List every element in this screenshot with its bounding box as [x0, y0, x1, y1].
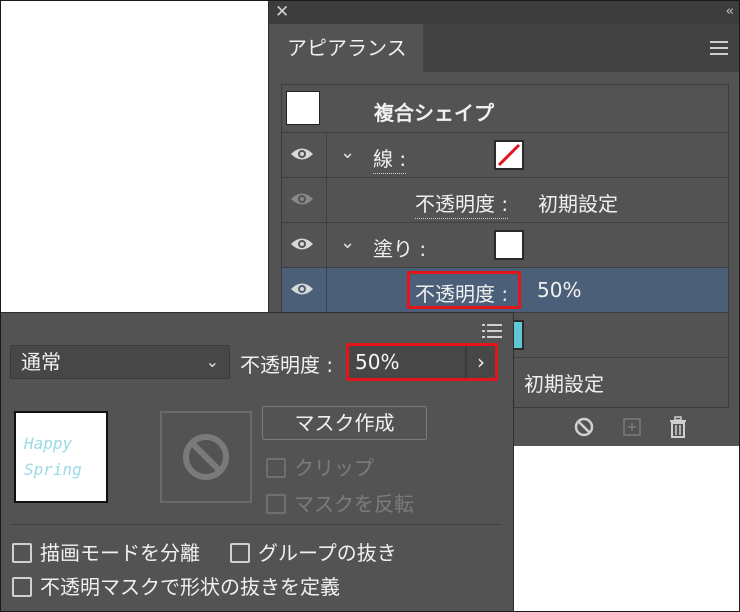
- clear-appearance-icon[interactable]: [573, 416, 595, 442]
- make-mask-button[interactable]: マスク作成: [262, 406, 427, 440]
- knockout-group-option[interactable]: グループの抜き: [230, 537, 397, 566]
- highlight-box: [407, 271, 521, 309]
- artwork-thumbnail[interactable]: Happy Spring: [14, 411, 108, 503]
- clip-option[interactable]: クリップ: [266, 452, 374, 481]
- isolate-blending-label: 描画モードを分離: [40, 541, 200, 565]
- clip-checkbox[interactable]: [266, 458, 286, 478]
- invert-mask-label: マスクを反転: [294, 492, 414, 516]
- stroke-label[interactable]: 線 :: [373, 143, 407, 174]
- visibility-eye-icon[interactable]: [290, 190, 314, 210]
- invert-mask-checkbox[interactable]: [266, 494, 286, 514]
- knockout-group-label: グループの抜き: [258, 541, 397, 565]
- visibility-eye-icon[interactable]: [290, 235, 314, 255]
- clip-label: クリップ: [294, 456, 374, 480]
- highlight-box: [346, 343, 498, 381]
- no-mask-icon: [183, 434, 229, 480]
- close-icon[interactable]: ✕: [275, 0, 289, 24]
- duplicate-item-icon[interactable]: [621, 416, 643, 442]
- stroke-none-swatch[interactable]: [494, 140, 524, 170]
- object-row[interactable]: 複合シェイプ: [282, 85, 728, 133]
- visibility-eye-icon[interactable]: [290, 145, 314, 165]
- thumb-text-line-2: Spring: [24, 460, 82, 479]
- fill-row[interactable]: ⌄ 塗り :: [282, 223, 728, 268]
- panel-options-icon[interactable]: [482, 323, 502, 339]
- tab-bar: アピアランス: [269, 24, 740, 72]
- divider: [10, 524, 502, 525]
- isolate-blending-checkbox[interactable]: [12, 543, 32, 563]
- panel-title-bar: ✕ ‹‹: [269, 0, 740, 24]
- isolate-blending-option[interactable]: 描画モードを分離: [12, 537, 200, 566]
- opacity-mask-knockout-checkbox[interactable]: [12, 577, 32, 597]
- opacity-label: 不透明度 :: [240, 353, 334, 377]
- blend-mode-value: 通常: [21, 350, 61, 374]
- opacity-mask-slot[interactable]: [160, 411, 252, 503]
- opacity-label[interactable]: 不透明度 :: [415, 188, 509, 219]
- collapse-icon[interactable]: ‹‹: [726, 0, 735, 24]
- transparency-panel: 通常 ⌄ 不透明度 : 50% › Happy Spring マスク作成 クリッ…: [0, 312, 514, 612]
- fill-label[interactable]: 塗り :: [373, 233, 426, 262]
- stroke-opacity-row[interactable]: 不透明度 : 初期設定: [282, 178, 728, 223]
- visibility-eye-icon[interactable]: [290, 280, 314, 300]
- panel-menu-icon[interactable]: [710, 41, 728, 55]
- chevron-down-icon[interactable]: ⌄: [340, 142, 355, 163]
- object-thumbnail: [286, 91, 320, 125]
- opacity-value: 初期設定: [524, 372, 604, 396]
- opacity-mask-knockout-option[interactable]: 不透明マスクで形状の抜きを定義: [12, 571, 340, 600]
- opacity-value: 50%: [537, 278, 582, 302]
- blend-mode-select[interactable]: 通常 ⌄: [10, 345, 230, 379]
- stroke-row[interactable]: ⌄ 線 :: [282, 133, 728, 178]
- fill-white-swatch[interactable]: [494, 230, 524, 260]
- knockout-group-checkbox[interactable]: [230, 543, 250, 563]
- opacity-value: 初期設定: [538, 192, 618, 216]
- thumb-text-line-1: Happy: [23, 434, 73, 453]
- fill-opacity-row-selected[interactable]: 不透明度 : 50%: [282, 268, 728, 313]
- trash-icon[interactable]: [667, 416, 689, 442]
- object-type-label: 複合シェイプ: [374, 101, 494, 125]
- invert-mask-option[interactable]: マスクを反転: [266, 488, 414, 517]
- opacity-mask-knockout-label: 不透明マスクで形状の抜きを定義: [40, 575, 340, 599]
- chevron-down-icon: ⌄: [205, 352, 219, 371]
- tab-appearance[interactable]: アピアランス: [269, 24, 423, 72]
- chevron-down-icon[interactable]: ⌄: [340, 232, 355, 253]
